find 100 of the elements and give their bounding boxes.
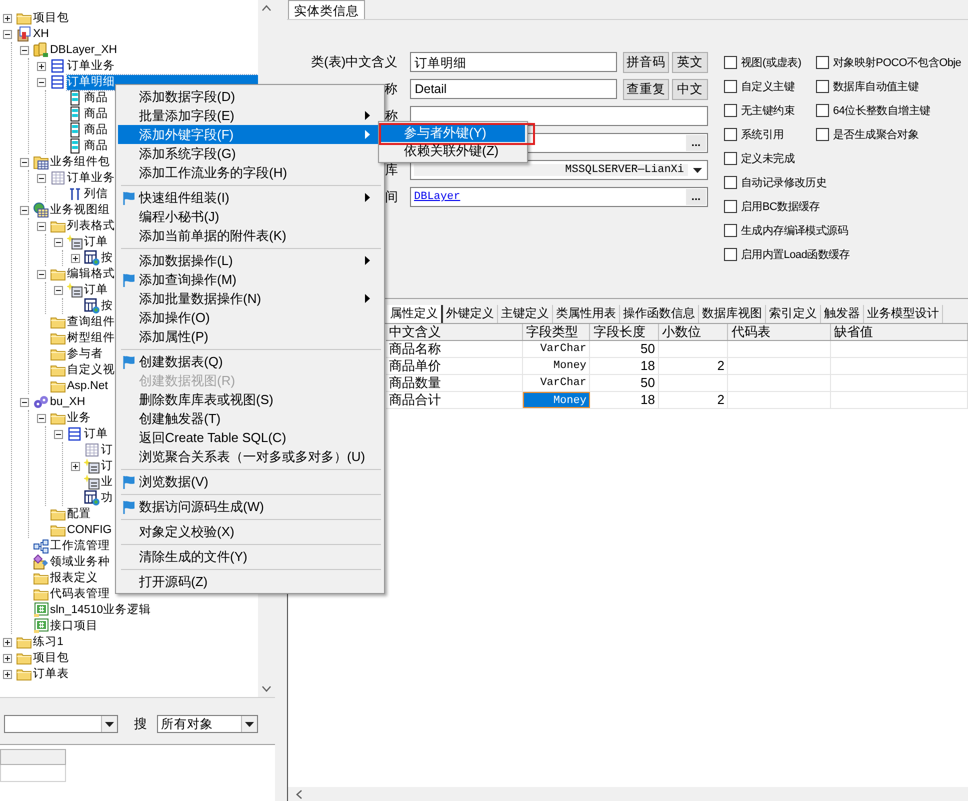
tree-item[interactable]: 订单 xyxy=(84,234,108,250)
tab[interactable]: 触发器 xyxy=(821,305,864,323)
menu-item[interactable]: 创建触发器(T) xyxy=(118,409,382,428)
tree-item[interactable]: 配置 xyxy=(67,506,91,522)
input-field[interactable] xyxy=(410,106,708,126)
menu-item[interactable]: 数据访问源码生成(W) xyxy=(118,497,382,516)
tree-item[interactable]: 领域业务种 xyxy=(50,554,110,570)
collapse-icon[interactable] xyxy=(54,430,63,438)
column-header[interactable]: 中文含义 xyxy=(386,324,523,340)
input-field[interactable]: DBLayer ... xyxy=(410,187,708,207)
expand-icon[interactable] xyxy=(71,254,80,262)
tree-item[interactable]: 项目包 xyxy=(33,650,69,666)
button[interactable]: 查重复 xyxy=(623,78,670,100)
tree-item[interactable]: 订单业务 xyxy=(67,58,115,74)
input-field[interactable]: Detail xyxy=(410,79,618,99)
tree-item[interactable]: 业 xyxy=(101,474,113,490)
collapse-icon[interactable] xyxy=(37,270,46,278)
tree-item[interactable]: 代码表管理 xyxy=(50,586,110,602)
tree-item[interactable]: CONFIG xyxy=(67,522,112,538)
browse-button[interactable]: ... xyxy=(686,189,706,205)
column-header[interactable]: 字段类型 xyxy=(522,324,590,340)
column-header[interactable]: 字段长度 xyxy=(590,324,659,340)
tree-item[interactable]: 功 xyxy=(101,490,113,506)
collapse-icon[interactable] xyxy=(20,206,29,214)
menu-item[interactable]: 添加查询操作(M) xyxy=(118,270,382,289)
tree-item[interactable]: 按 xyxy=(101,298,113,314)
tab[interactable]: 类属性用表 xyxy=(553,305,620,323)
input-field[interactable]: ... xyxy=(528,133,708,153)
expand-icon[interactable] xyxy=(3,670,12,678)
menu-item[interactable]: 添加属性(P) xyxy=(118,327,382,346)
menu-item[interactable]: 参与者外键(Y) xyxy=(381,124,525,142)
tree-item[interactable]: 树型组件 xyxy=(67,330,115,346)
tree-item[interactable]: bu_XH xyxy=(50,394,86,410)
tree-item[interactable]: 订单表 xyxy=(33,666,69,682)
collapse-icon[interactable] xyxy=(54,286,63,294)
menu-item[interactable]: 添加系统字段(G) xyxy=(118,144,382,163)
checkbox[interactable] xyxy=(816,56,829,69)
tab[interactable]: 数据库视图 xyxy=(699,305,766,323)
checkbox[interactable] xyxy=(724,200,737,213)
link[interactable]: DBLayer xyxy=(414,191,686,203)
menu-item[interactable]: 返回Create Table SQL(C) xyxy=(118,428,382,447)
menu-item[interactable]: 快速组件组装(I) xyxy=(118,188,382,207)
tree-item[interactable]: 项目包 xyxy=(33,10,69,26)
button[interactable]: 拼音码 xyxy=(623,52,670,72)
tab[interactable]: 索引定义 xyxy=(766,305,821,323)
menu-item[interactable]: 删除数库库表或视图(S) xyxy=(118,390,382,409)
collapse-icon[interactable] xyxy=(3,30,12,38)
tree-item[interactable]: XH xyxy=(33,26,49,42)
tree-item[interactable]: 按 xyxy=(101,250,113,266)
tree-item[interactable]: 商品 xyxy=(84,106,108,122)
tab[interactable]: 业务模型设计 xyxy=(864,305,943,323)
tree-item[interactable]: 查询组件 xyxy=(67,314,115,330)
tree-item[interactable]: 工作流管理 xyxy=(50,538,110,554)
checkbox[interactable] xyxy=(724,248,737,261)
tree-item[interactable]: 订单业务 xyxy=(67,170,115,186)
tree-item[interactable]: 订单 xyxy=(84,426,108,442)
expand-icon[interactable] xyxy=(3,14,12,22)
checkbox[interactable] xyxy=(724,152,737,165)
checkbox[interactable] xyxy=(724,128,737,141)
tree-item[interactable]: Asp.Net xyxy=(67,378,108,394)
checkbox[interactable] xyxy=(816,80,829,93)
collapse-icon[interactable] xyxy=(37,414,46,422)
collapse-icon[interactable] xyxy=(20,158,29,166)
tree-item[interactable]: 列表格式 xyxy=(67,218,115,234)
menu-item[interactable]: 浏览数据(V) xyxy=(118,472,382,491)
tree-item[interactable]: 列信 xyxy=(84,186,108,202)
column-header[interactable]: 小数位 xyxy=(658,324,728,340)
dropdown[interactable]: 所有对象 xyxy=(157,715,258,733)
menu-item[interactable]: 浏览聚合关系表（一对多或多对多）(U) xyxy=(118,447,382,466)
tree-item[interactable]: 商品 xyxy=(84,122,108,138)
input-field[interactable]: 订单明细 xyxy=(410,52,618,72)
expand-icon[interactable] xyxy=(3,638,12,646)
menu-item[interactable]: 创建数据表(Q) xyxy=(118,352,382,371)
dropdown[interactable]: MSSQLSERVER—LianXi xyxy=(410,160,708,180)
collapse-icon[interactable] xyxy=(20,398,29,406)
menu-item[interactable]: 添加工作流业务的字段(H) xyxy=(118,163,382,182)
scroll-down-icon[interactable] xyxy=(262,686,271,692)
scroll-up-icon[interactable] xyxy=(262,5,271,11)
menu-item[interactable]: 编程小秘书(J) xyxy=(118,207,382,226)
menu-item[interactable]: 清除生成的文件(Y) xyxy=(118,547,382,566)
menu-item[interactable]: 打开源码(Z) xyxy=(118,572,382,591)
tree-item[interactable]: 报表定义 xyxy=(50,570,98,586)
checkbox[interactable] xyxy=(724,224,737,237)
tree-item[interactable]: 业务 xyxy=(67,410,91,426)
tree-item[interactable]: 接口项目 xyxy=(50,618,98,634)
tree-item[interactable]: 商品 xyxy=(84,90,108,106)
button[interactable]: 中文 xyxy=(672,78,708,100)
expand-icon[interactable] xyxy=(37,62,46,70)
menu-item[interactable]: 批量添加字段(E) xyxy=(118,106,382,125)
menu-item[interactable]: 对象定义校验(X) xyxy=(118,522,382,541)
checkbox[interactable] xyxy=(724,56,737,69)
checkbox[interactable] xyxy=(816,104,829,117)
tab[interactable]: 实体类信息 xyxy=(288,0,365,19)
tree-item[interactable]: sln_14510业务逻辑 xyxy=(50,602,152,618)
menu-item[interactable]: 添加批量数据操作(N) xyxy=(118,289,382,308)
menu-item[interactable]: 添加操作(O) xyxy=(118,308,382,327)
browse-button[interactable]: ... xyxy=(686,135,706,151)
tree-item[interactable]: 商品 xyxy=(84,138,108,154)
column-header[interactable]: 代码表 xyxy=(728,324,832,340)
tab[interactable]: 外键定义 xyxy=(443,305,498,323)
